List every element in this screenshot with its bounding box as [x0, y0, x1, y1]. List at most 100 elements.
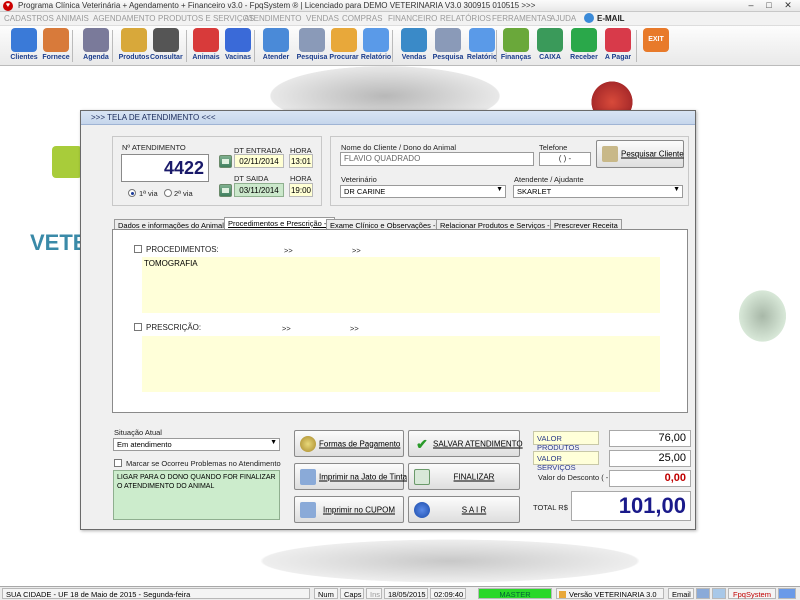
toolbar-button-fornece[interactable]: Fornece [40, 28, 72, 64]
total-field: 101,00 [571, 491, 691, 521]
imprimir-cupom-button[interactable]: Imprimir no CUPOM [294, 496, 404, 523]
observacao-textarea[interactable]: LIGAR PARA O DONO QUANDO FOR FINALIZAR O… [113, 470, 280, 520]
situacao-select[interactable]: Em atendimento ▼ [113, 438, 280, 451]
status-bar: SUA CIDADE - UF 18 de Maio de 2015 - Seg… [0, 586, 800, 600]
menu-financeiro[interactable]: FINANCEIRO [388, 14, 437, 23]
menu-agendamento[interactable]: AGENDAMENTO [93, 14, 156, 23]
calendar-saida-icon[interactable] [219, 184, 232, 197]
app-icon: ♥ [3, 1, 13, 11]
paw-plus-icon [263, 28, 289, 52]
menu-vendas[interactable]: VENDAS [306, 14, 339, 23]
via2-label: 2ª via [174, 189, 193, 198]
dialog-title: >>> TELA DE ATENDIMENTO <<< [81, 111, 695, 125]
salvar-atendimento-button[interactable]: ✔ SALVAR ATENDIMENTO [408, 430, 523, 457]
pesquisar-cliente-label: Pesquisar Cliente [621, 149, 684, 159]
coins-icon [300, 435, 316, 452]
cliente-field[interactable]: FLAVIO QUADRADO [340, 152, 534, 166]
toolbar-button-caixa[interactable]: CAIXA [534, 28, 566, 64]
help-icon[interactable] [778, 588, 796, 599]
minimize-button[interactable]: – [742, 0, 760, 12]
status-date: 18/05/2015 [384, 588, 428, 599]
toolbar-button-pesquisa[interactable]: Pesquisa [432, 28, 464, 64]
salvar-atendimento-label: SALVAR ATENDIMENTO [433, 439, 523, 448]
menu-relatorios[interactable]: RELATÓRIOS [440, 14, 491, 23]
toolbar-button-vendas[interactable]: Vendas [398, 28, 430, 64]
pesquisar-cliente-button[interactable]: Pesquisar Cliente [596, 140, 684, 168]
toolbar-button-pesquisa[interactable]: Pesquisa [296, 28, 328, 64]
atendente-label: Atendente / Ajudante [514, 175, 584, 184]
prescricao-textarea[interactable] [142, 336, 660, 392]
toolbar-button-a-pagar[interactable]: A Pagar [602, 28, 634, 64]
toolbar-button-clientes[interactable]: Clientes [8, 28, 40, 64]
toolbar-button-animais[interactable]: Animais [190, 28, 222, 64]
finalizar-button[interactable]: FINALIZAR [408, 463, 520, 490]
calculator-icon[interactable] [712, 588, 726, 599]
atendimento-label: Nº ATENDIMENTO [122, 143, 186, 152]
prescricao-arrow-1: >> [282, 324, 291, 333]
via1-label: 1ª via [139, 189, 158, 198]
menu-cadastros[interactable]: CADASTROS [4, 14, 54, 23]
toolbar-button-relat-rio[interactable]: Relatório [466, 28, 498, 64]
telefone-field[interactable]: ( ) - [539, 152, 591, 166]
toolbar-button-receber[interactable]: Receber [568, 28, 600, 64]
toolbar-label: Atender [262, 54, 290, 61]
toolbar-button-consultar[interactable]: Consultar [150, 28, 183, 64]
hora-saida-field[interactable]: 19:00 [289, 183, 313, 197]
veterinario-value: DR CARINE [344, 187, 386, 196]
hora-entrada-field[interactable]: 13:01 [289, 154, 313, 168]
desconto-field[interactable]: 0,00 [609, 470, 691, 487]
status-num: Num [314, 588, 338, 599]
problemas-label: Marcar se Ocorreu Problemas no Atendimen… [126, 459, 281, 468]
atendente-select[interactable]: SKARLET ▼ [513, 185, 683, 198]
close-button[interactable]: ✕ [779, 0, 797, 12]
search-doc-icon [435, 28, 461, 52]
veterinario-select[interactable]: DR CARINE ▼ [340, 185, 506, 198]
veterinario-label: Veterinário [341, 175, 377, 184]
sair-button[interactable]: S A I R [408, 496, 520, 523]
title-bar: ♥ Programa Clínica Veterinária + Agendam… [0, 0, 800, 12]
window-title: Programa Clínica Veterinária + Agendamen… [18, 1, 536, 10]
toolbar-button-vacinas[interactable]: Vacinas [222, 28, 254, 64]
dt-saida-field[interactable]: 03/11/2014 [234, 183, 284, 197]
menu-animais[interactable]: ANIMAIS [56, 14, 89, 23]
toolbar-button-produtos[interactable]: Produtos [118, 28, 150, 64]
status-email[interactable]: Email [668, 588, 694, 599]
toolbar-separator [254, 30, 255, 62]
menu-produtos-servicos[interactable]: PRODUTOS E SERVIÇOS [158, 14, 254, 23]
menu-email[interactable]: E-MAIL [597, 14, 625, 23]
menu-ferramentas[interactable]: FERRAMENTAS [492, 14, 552, 23]
prescricao-checkbox[interactable] [134, 323, 142, 331]
toolbar-button-procurar[interactable]: Procurar [328, 28, 360, 64]
toolbar-button-atender[interactable]: Atender [260, 28, 292, 64]
report-icon [469, 28, 495, 52]
menu-atendimento[interactable]: ATENDIMENTO [244, 14, 301, 23]
toolbar-label: Relatório [466, 54, 498, 61]
paw-icon [193, 28, 219, 52]
menu-compras[interactable]: COMPRAS [342, 14, 382, 23]
toolbar-button-finan-as[interactable]: Finanças [500, 28, 532, 64]
dt-entrada-field[interactable]: 02/11/2014 [234, 154, 284, 168]
procedimentos-textarea[interactable]: TOMOGRAFIA [142, 257, 660, 313]
menu-ajuda[interactable]: AJUDA [550, 14, 576, 23]
calendar-entrada-icon[interactable] [219, 155, 232, 168]
document-check-icon [414, 468, 430, 485]
finalizar-label: FINALIZAR [453, 472, 495, 481]
toolbar-button-agenda[interactable]: Agenda [80, 28, 112, 64]
problemas-checkbox[interactable] [114, 459, 122, 467]
toolbar-label: Pesquisa [296, 54, 328, 61]
via2-radio[interactable] [164, 189, 172, 197]
procedimentos-checkbox[interactable] [134, 245, 142, 253]
valor-produtos-field: 76,00 [609, 430, 691, 447]
printer-icon[interactable] [696, 588, 710, 599]
toolbar-button-exit[interactable]: EXIT [640, 28, 672, 64]
toolbar-label: Animais [192, 54, 220, 61]
monitor-icon [401, 28, 427, 52]
maximize-button[interactable]: □ [760, 0, 778, 12]
via1-radio[interactable] [128, 189, 136, 197]
toolbar: Clientes Fornece Agenda Produtos Consultar An… [0, 26, 800, 66]
toolbar-button-relat-rio[interactable]: Relatório [360, 28, 392, 64]
formas-pagamento-button[interactable]: Formas de Pagamento [294, 430, 404, 457]
imprimir-jato-button[interactable]: Imprimir na Jato de Tinta [294, 463, 407, 490]
toolbar-separator [392, 30, 393, 62]
toolbar-label: CAIXA [539, 54, 561, 61]
